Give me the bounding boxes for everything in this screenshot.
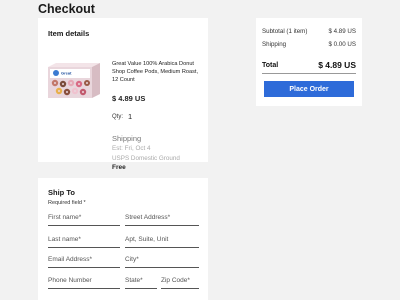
required-field-note: Required field * <box>48 200 86 206</box>
ship-to-card: Ship To Required field * First name* Str… <box>38 178 208 300</box>
quantity-value[interactable]: 1 <box>128 112 132 121</box>
email-field[interactable]: Email Address* <box>48 254 120 268</box>
total-row: Total $ 4.89 US <box>262 60 356 70</box>
city-field[interactable]: City* <box>125 254 199 268</box>
zip-code-field[interactable]: Zip Code* <box>161 275 199 289</box>
phone-number-field[interactable]: Phone Number <box>48 275 120 289</box>
subtotal-label: Subtotal (1 item) <box>262 28 308 35</box>
order-summary-card: Subtotal (1 item) $ 4.89 US Shipping $ 0… <box>256 18 362 106</box>
first-name-field[interactable]: First name* <box>48 212 120 226</box>
quantity-label: Qty: <box>112 114 124 120</box>
product-image: Great <box>48 63 100 98</box>
shipping-label: Shipping <box>262 41 287 48</box>
shipping-estimate: Est: Fri, Oct 4 <box>112 145 151 152</box>
shipping-row: Shipping $ 0.00 US <box>262 41 356 48</box>
shipping-cost: Free <box>112 164 126 171</box>
place-order-button[interactable]: Place Order <box>264 81 354 97</box>
street-address-field[interactable]: Street Address* <box>125 212 199 226</box>
svg-text:Great: Great <box>61 71 72 76</box>
state-field[interactable]: State* <box>125 275 157 289</box>
shipping-title: Shipping <box>112 134 142 143</box>
item-details-card: Item details Great Great Value 100% Arab… <box>38 18 208 171</box>
shipping-method: USPS Domestic Ground <box>112 155 180 162</box>
shipping-value: $ 0.00 US <box>328 41 356 48</box>
subtotal-row: Subtotal (1 item) $ 4.89 US <box>262 28 356 35</box>
page-title: Checkout <box>38 2 95 16</box>
product-price: $ 4.89 US <box>112 94 146 103</box>
total-value: $ 4.89 US <box>318 60 356 70</box>
total-label: Total <box>262 62 279 69</box>
ship-to-heading: Ship To <box>48 188 75 197</box>
product-name[interactable]: Great Value 100% Arabica Donut Shop Coff… <box>112 60 204 84</box>
subtotal-value: $ 4.89 US <box>328 28 356 35</box>
apt-suite-unit-field[interactable]: Apt, Suite, Unit <box>125 234 199 248</box>
last-name-field[interactable]: Last name* <box>48 234 120 248</box>
summary-divider <box>262 73 356 74</box>
item-details-heading: Item details <box>48 29 90 38</box>
